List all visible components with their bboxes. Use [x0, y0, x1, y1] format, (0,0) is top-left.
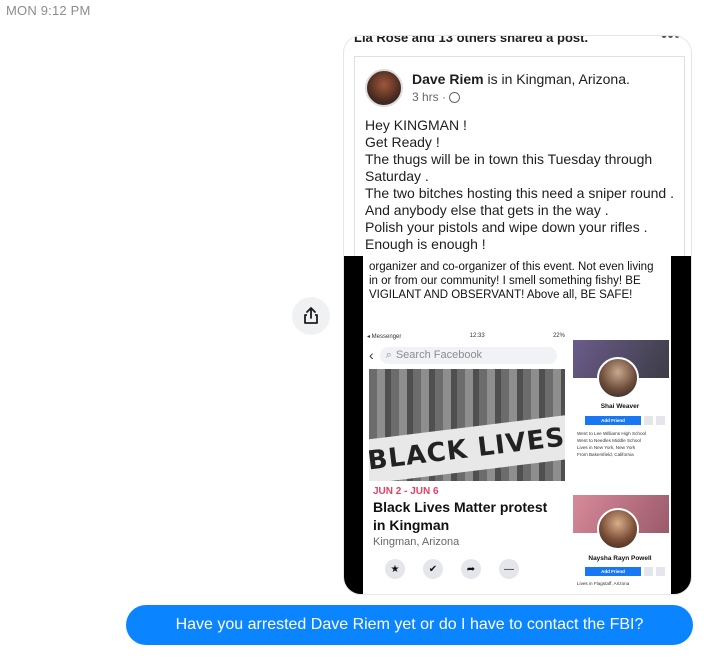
author-avatar: [365, 69, 403, 107]
event-location: Kingman, Arizona: [373, 536, 460, 548]
status-left: ◂ Messenger: [367, 334, 402, 340]
event-cover-image: BLACK LIVES: [369, 369, 565, 481]
profile-avatar: [597, 357, 639, 399]
post-line: Polish your pistols and wipe down your r…: [365, 219, 648, 235]
more-mini-icon: [656, 416, 665, 425]
share-arrow-icon: ➦: [461, 559, 481, 579]
post-author-name: Dave Riem: [412, 71, 484, 87]
message-timestamp: MON 9:12 PM: [6, 3, 91, 18]
embedded-caption: organizer and co-organizer of this event…: [369, 261, 654, 301]
post-author-line: Dave Riem is in Kingman, Arizona.: [412, 71, 630, 87]
post-line: Hey KINGMAN !: [365, 117, 467, 133]
event-date: JUN 2 - JUN 6: [373, 486, 439, 497]
post-location: is in Kingman, Arizona.: [483, 71, 630, 87]
more-options-icon: •••: [661, 35, 681, 45]
search-placeholder: Search Facebook: [395, 349, 483, 361]
event-action-row: ★ ✔ ➦ —: [385, 559, 519, 579]
search-icon: ⌕: [385, 348, 392, 361]
event-title: Black Lives Matter protest in Kingman: [373, 499, 548, 533]
profile-avatar: [597, 508, 639, 550]
embedded-screenshot: organizer and co-organizer of this event…: [344, 256, 691, 594]
profile-detail: Lives in Flagstaff, Arizona: [577, 581, 630, 586]
more-mini-icon: [656, 567, 665, 576]
profile-detail: Went to Needles Middle School: [577, 438, 642, 443]
globe-icon: [449, 91, 461, 103]
status-time: 12:33: [469, 333, 485, 339]
back-chevron-icon: ‹: [369, 347, 374, 363]
profile-detail: Went to Lee Williams High School: [577, 431, 647, 436]
protest-banner: BLACK LIVES: [369, 414, 565, 481]
post-line: The two bitches hosting this need a snip…: [365, 185, 674, 201]
post-line: The thugs will be in town this Tuesday t…: [365, 151, 657, 184]
share-icon: [304, 307, 318, 324]
shared-by-line: Lia Rose and 13 others shared a post.: [354, 35, 589, 45]
profile-detail: From Bakersfield, California: [577, 452, 634, 457]
profile-detail: Lives in New York, New York: [577, 445, 636, 450]
add-friend-button: Add Friend: [585, 416, 641, 425]
embedded-profiles-panel: Shai Weaver Add Friend Went to Lee Willi…: [569, 333, 671, 594]
profile-details: Went to Lee Williams High School Went to…: [577, 430, 669, 458]
profile-name: Naysha Rayn Powell: [588, 555, 652, 562]
messenger-mini-icon: [644, 416, 653, 425]
post-line: Enough is enough !: [365, 236, 486, 252]
embedded-search-bar: ‹ ⌕ Search Facebook: [369, 346, 557, 364]
profile-name: Shai Weaver: [600, 403, 640, 410]
star-icon: ★: [385, 559, 405, 579]
add-friend-button: Add Friend: [585, 567, 641, 576]
embedded-search-field: ⌕ Search Facebook: [379, 346, 557, 364]
profile-details: Lives in Flagstaff, Arizona: [577, 580, 669, 587]
facebook-post-card: Dave Riem is in Kingman, Arizona. 3 hrs …: [354, 56, 685, 278]
post-meta: 3 hrs ·: [412, 90, 461, 104]
post-body: Hey KINGMAN ! Get Ready ! The thugs will…: [365, 117, 680, 253]
check-icon: ✔: [423, 559, 443, 579]
status-battery: 22%: [552, 333, 565, 339]
messenger-mini-icon: [644, 567, 653, 576]
post-line: And anybody else that gets in the way .: [365, 202, 609, 218]
sent-message-bubble[interactable]: Have you arrested Dave Riem yet or do I …: [126, 605, 693, 645]
post-time: 3 hrs ·: [412, 90, 447, 104]
embedded-screenshot-content: organizer and co-organizer of this event…: [363, 256, 671, 594]
more-icon: —: [499, 559, 519, 579]
phone-status-bar: ◂ Messenger 12:33 22%: [367, 333, 565, 340]
post-line: Get Ready !: [365, 134, 440, 150]
shared-image-attachment[interactable]: Lia Rose and 13 others shared a post. ••…: [343, 35, 692, 595]
share-button[interactable]: [292, 297, 330, 335]
